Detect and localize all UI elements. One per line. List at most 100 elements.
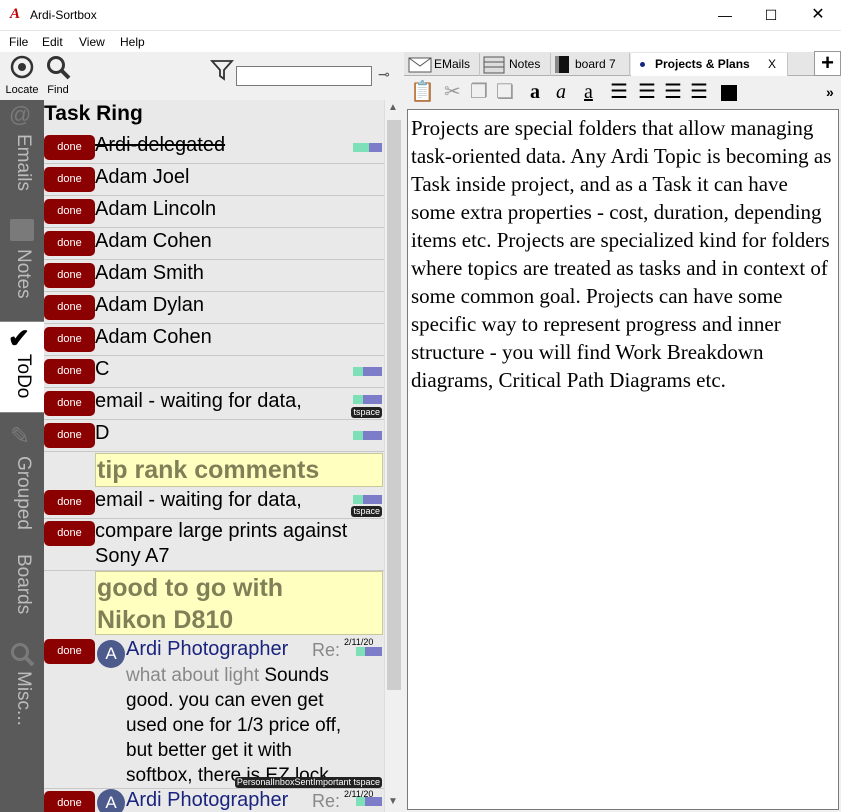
paste-icon[interactable]: 📋 (410, 81, 435, 103)
mail-row[interactable]: done A Ardi Photographer Re: 2/11/20 wha… (44, 637, 384, 789)
task-row[interactable]: done Adam Lincoln (44, 196, 384, 228)
menu-file[interactable]: File (9, 35, 28, 49)
board-icon (555, 56, 569, 73)
copy-icon[interactable]: ❐ (470, 81, 488, 103)
done-button[interactable]: done (44, 263, 95, 288)
format-toolbar: 📋 ✂ ❐ ❏ a a a ☰ ☰ ☰ ☰ » (404, 78, 841, 106)
progress-bar (353, 495, 382, 504)
align-right-icon[interactable]: ☰ (664, 81, 682, 103)
task-row[interactable]: done Adam Joel (44, 164, 384, 196)
task-title: C (95, 358, 110, 380)
task-row[interactable]: done compare large prints against Sony A… (44, 519, 384, 571)
find-label: Find (47, 84, 69, 96)
note-row[interactable]: good to go with Nikon D810 (44, 571, 384, 637)
filter-icon[interactable] (210, 59, 234, 81)
tab-label: Notes (509, 57, 541, 71)
filter-input[interactable] (236, 66, 372, 86)
side-tab-misc[interactable]: Misc... (0, 637, 44, 737)
cut-icon[interactable]: ✂ (444, 81, 461, 103)
side-tab-boards[interactable]: Boards (0, 550, 44, 630)
mail-body: used one for 1/3 price off, (126, 715, 342, 736)
done-button[interactable]: done (44, 199, 95, 224)
task-row[interactable]: done Adam Cohen (44, 228, 384, 260)
paste-special-icon[interactable]: ❏ (496, 81, 514, 103)
task-row[interactable]: done C (44, 356, 384, 388)
tab-notes[interactable]: Notes (481, 53, 551, 76)
mail-body: good. you can even get (126, 690, 324, 711)
task-row[interactable]: done Adam Dylan (44, 292, 384, 324)
scroll-up-icon[interactable]: ▲ (388, 102, 398, 113)
toolbar-overflow-icon[interactable]: » (826, 84, 834, 100)
tab-board-7[interactable]: board 7 (552, 53, 630, 76)
task-row[interactable]: done Ardi-delegated (44, 132, 384, 164)
side-tab-label: Notes (13, 249, 34, 299)
document-tabs: EMails Notes board 7 Projects & Plans X … (404, 51, 841, 76)
done-button[interactable]: done (44, 135, 95, 160)
minimize-button[interactable]: — (702, 0, 748, 31)
underline-icon[interactable]: a (584, 81, 593, 103)
text-color-icon[interactable] (721, 85, 737, 101)
task-title: Adam Cohen (95, 230, 212, 252)
note-row[interactable]: tip rank comments (44, 452, 384, 488)
locate-button[interactable]: Locate (4, 54, 40, 96)
search-icon (47, 56, 71, 80)
done-button[interactable]: done (44, 423, 95, 448)
task-row[interactable]: done Adam Cohen (44, 324, 384, 356)
tab-emails[interactable]: EMails (406, 53, 480, 76)
tag-badge: PersonalInboxSentImportant tspace (234, 777, 382, 788)
mail-sender: Ardi Photographer (126, 638, 289, 660)
align-left-icon[interactable]: ☰ (610, 81, 628, 103)
done-button[interactable]: done (44, 327, 95, 352)
close-button[interactable]: ✕ (795, 0, 841, 31)
note-line: good to go with (97, 574, 284, 602)
justify-icon[interactable]: ☰ (690, 81, 708, 103)
mail-row[interactable]: done A Ardi Photographer Re: 2/11/20 (44, 789, 384, 812)
mail-body: but better get it with (126, 740, 292, 761)
done-button[interactable]: done (44, 231, 95, 256)
done-button[interactable]: done (44, 791, 95, 812)
list-scrollbar[interactable]: ▲ ▼ (384, 100, 403, 812)
italic-icon[interactable]: a (556, 81, 566, 103)
bold-icon[interactable]: a (530, 81, 540, 103)
mail-date: 2/11/20 (344, 637, 374, 647)
pin-icon[interactable]: ⊸ (378, 66, 390, 83)
menu-view[interactable]: View (79, 35, 105, 49)
tab-label: Projects & Plans (655, 57, 750, 71)
done-button[interactable]: done (44, 167, 95, 192)
note-editor[interactable]: Projects are special folders that allow … (407, 109, 839, 810)
progress-bar (353, 431, 382, 440)
done-button[interactable]: done (44, 521, 95, 546)
task-title: email - waiting for data, (95, 489, 302, 511)
menu-bar: File Edit View Help (0, 31, 841, 52)
at-icon: @ (9, 102, 32, 127)
note-card: good to go with Nikon D810 (95, 571, 383, 635)
menu-edit[interactable]: Edit (42, 35, 63, 49)
align-center-icon[interactable]: ☰ (638, 81, 656, 103)
side-tab-notes[interactable]: Notes (0, 213, 44, 321)
maximize-button[interactable]: ☐ (748, 0, 794, 31)
task-row[interactable]: done Adam Smith (44, 260, 384, 292)
menu-help[interactable]: Help (120, 35, 145, 49)
progress-bar (353, 395, 382, 404)
done-button[interactable]: done (44, 490, 95, 515)
task-title-line2: Sony A7 (95, 545, 170, 567)
scrollbar-thumb[interactable] (387, 120, 401, 690)
tab-projects-plans[interactable]: Projects & Plans X (631, 53, 788, 76)
tag-badge: tspace (351, 506, 382, 517)
task-title-line1: compare large prints against (95, 520, 348, 542)
task-title: Adam Dylan (95, 294, 204, 316)
find-button[interactable]: Find (43, 54, 73, 96)
side-tab-emails[interactable]: @ Emails (0, 100, 44, 210)
done-button[interactable]: done (44, 359, 95, 384)
add-tab-button[interactable]: + (814, 51, 841, 76)
done-button[interactable]: done (44, 391, 95, 416)
scroll-down-icon[interactable]: ▼ (388, 796, 398, 807)
task-row[interactable]: done D (44, 420, 384, 452)
task-row[interactable]: done email - waiting for data, tspace (44, 388, 384, 420)
done-button[interactable]: done (44, 295, 95, 320)
task-row[interactable]: done email - waiting for data, tspace (44, 488, 384, 519)
done-button[interactable]: done (44, 639, 95, 664)
side-tab-grouped[interactable]: ✎ Grouped (0, 416, 44, 541)
side-tab-todo[interactable]: ✔ ToDo (0, 321, 44, 413)
tab-close-button[interactable]: X (768, 53, 776, 75)
